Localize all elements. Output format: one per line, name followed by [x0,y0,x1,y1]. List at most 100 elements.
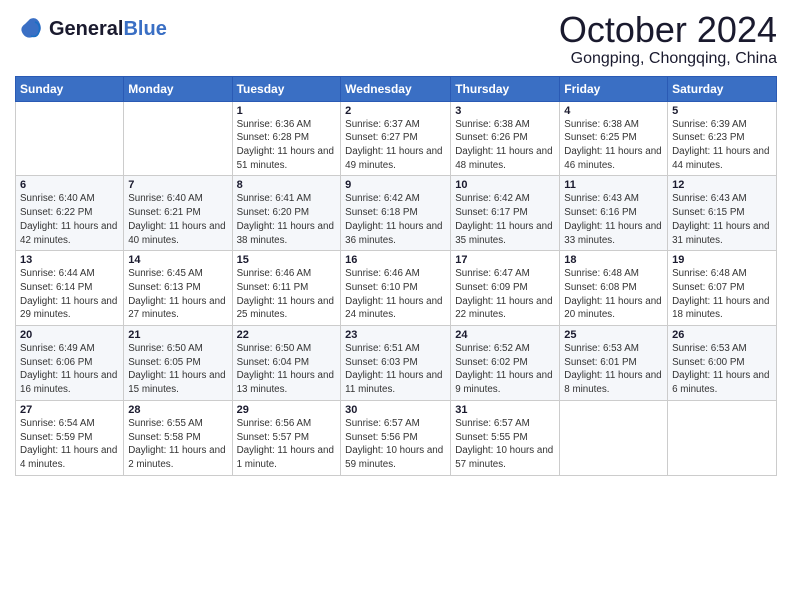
day-info: Sunrise: 6:57 AMSunset: 5:55 PMDaylight:… [455,417,555,472]
calendar-day-cell: 2Sunrise: 6:37 AMSunset: 6:27 PMDaylight… [341,101,451,176]
calendar-day-cell: 6Sunrise: 6:40 AMSunset: 6:22 PMDaylight… [16,176,124,251]
day-info: Sunrise: 6:51 AMSunset: 6:03 PMDaylight:… [345,342,446,397]
day-info: Sunrise: 6:55 AMSunset: 5:58 PMDaylight:… [128,417,227,472]
day-info: Sunrise: 6:47 AMSunset: 6:09 PMDaylight:… [455,267,555,322]
calendar-day-cell: 16Sunrise: 6:46 AMSunset: 6:10 PMDayligh… [341,251,451,326]
calendar-day-cell: 31Sunrise: 6:57 AMSunset: 5:55 PMDayligh… [451,400,560,475]
day-of-week-header: Wednesday [341,76,451,101]
day-number: 31 [455,404,555,416]
day-info: Sunrise: 6:53 AMSunset: 6:00 PMDaylight:… [672,342,772,397]
calendar-day-cell: 26Sunrise: 6:53 AMSunset: 6:00 PMDayligh… [668,326,777,401]
calendar-day-cell: 13Sunrise: 6:44 AMSunset: 6:14 PMDayligh… [16,251,124,326]
day-info: Sunrise: 6:43 AMSunset: 6:16 PMDaylight:… [564,192,663,247]
day-number: 26 [672,329,772,341]
day-info: Sunrise: 6:48 AMSunset: 6:08 PMDaylight:… [564,267,663,322]
calendar-day-cell: 15Sunrise: 6:46 AMSunset: 6:11 PMDayligh… [232,251,341,326]
day-info: Sunrise: 6:41 AMSunset: 6:20 PMDaylight:… [237,192,337,247]
day-info: Sunrise: 6:45 AMSunset: 6:13 PMDaylight:… [128,267,227,322]
day-number: 30 [345,404,446,416]
day-info: Sunrise: 6:42 AMSunset: 6:18 PMDaylight:… [345,192,446,247]
day-number: 14 [128,254,227,266]
day-of-week-header: Monday [124,76,232,101]
day-number: 17 [455,254,555,266]
day-number: 12 [672,179,772,191]
day-number: 13 [20,254,119,266]
calendar-day-cell: 14Sunrise: 6:45 AMSunset: 6:13 PMDayligh… [124,251,232,326]
calendar-day-cell: 20Sunrise: 6:49 AMSunset: 6:06 PMDayligh… [16,326,124,401]
day-number: 2 [345,105,446,117]
calendar-day-cell: 10Sunrise: 6:42 AMSunset: 6:17 PMDayligh… [451,176,560,251]
calendar-day-cell: 28Sunrise: 6:55 AMSunset: 5:58 PMDayligh… [124,400,232,475]
day-number: 10 [455,179,555,191]
calendar-day-cell: 22Sunrise: 6:50 AMSunset: 6:04 PMDayligh… [232,326,341,401]
calendar-week-row: 20Sunrise: 6:49 AMSunset: 6:06 PMDayligh… [16,326,777,401]
day-number: 7 [128,179,227,191]
calendar-day-cell: 23Sunrise: 6:51 AMSunset: 6:03 PMDayligh… [341,326,451,401]
day-info: Sunrise: 6:37 AMSunset: 6:27 PMDaylight:… [345,118,446,173]
day-number: 3 [455,105,555,117]
calendar-container: GeneralBlue October 2024 Gongping, Chong… [0,0,792,486]
day-number: 20 [20,329,119,341]
calendar-day-cell [668,400,777,475]
calendar-day-cell: 21Sunrise: 6:50 AMSunset: 6:05 PMDayligh… [124,326,232,401]
header: GeneralBlue October 2024 Gongping, Chong… [15,10,777,68]
day-number: 24 [455,329,555,341]
day-number: 6 [20,179,119,191]
day-number: 18 [564,254,663,266]
location: Gongping, Chongqing, China [559,50,777,68]
day-number: 27 [20,404,119,416]
calendar-day-cell: 12Sunrise: 6:43 AMSunset: 6:15 PMDayligh… [668,176,777,251]
calendar-day-cell: 30Sunrise: 6:57 AMSunset: 5:56 PMDayligh… [341,400,451,475]
day-number: 28 [128,404,227,416]
calendar-day-cell: 8Sunrise: 6:41 AMSunset: 6:20 PMDaylight… [232,176,341,251]
calendar-day-cell: 29Sunrise: 6:56 AMSunset: 5:57 PMDayligh… [232,400,341,475]
day-info: Sunrise: 6:40 AMSunset: 6:22 PMDaylight:… [20,192,119,247]
calendar-day-cell: 9Sunrise: 6:42 AMSunset: 6:18 PMDaylight… [341,176,451,251]
calendar-day-cell: 17Sunrise: 6:47 AMSunset: 6:09 PMDayligh… [451,251,560,326]
day-number: 1 [237,105,337,117]
day-of-week-header: Saturday [668,76,777,101]
day-number: 4 [564,105,663,117]
day-info: Sunrise: 6:46 AMSunset: 6:11 PMDaylight:… [237,267,337,322]
day-number: 23 [345,329,446,341]
day-info: Sunrise: 6:40 AMSunset: 6:21 PMDaylight:… [128,192,227,247]
day-info: Sunrise: 6:56 AMSunset: 5:57 PMDaylight:… [237,417,337,472]
day-number: 15 [237,254,337,266]
calendar-day-cell: 1Sunrise: 6:36 AMSunset: 6:28 PMDaylight… [232,101,341,176]
calendar-day-cell: 3Sunrise: 6:38 AMSunset: 6:26 PMDaylight… [451,101,560,176]
day-of-week-header: Tuesday [232,76,341,101]
day-number: 25 [564,329,663,341]
logo: GeneralBlue [15,14,167,44]
calendar-day-cell: 27Sunrise: 6:54 AMSunset: 5:59 PMDayligh… [16,400,124,475]
logo-icon [15,14,45,44]
day-number: 9 [345,179,446,191]
day-number: 5 [672,105,772,117]
calendar-day-cell [560,400,668,475]
day-of-week-header: Friday [560,76,668,101]
day-number: 16 [345,254,446,266]
day-info: Sunrise: 6:48 AMSunset: 6:07 PMDaylight:… [672,267,772,322]
calendar-week-row: 27Sunrise: 6:54 AMSunset: 5:59 PMDayligh… [16,400,777,475]
day-number: 8 [237,179,337,191]
calendar-week-row: 1Sunrise: 6:36 AMSunset: 6:28 PMDaylight… [16,101,777,176]
calendar-week-row: 6Sunrise: 6:40 AMSunset: 6:22 PMDaylight… [16,176,777,251]
month-title: October 2024 [559,10,777,50]
calendar-table: SundayMondayTuesdayWednesdayThursdayFrid… [15,76,777,476]
day-info: Sunrise: 6:38 AMSunset: 6:26 PMDaylight:… [455,118,555,173]
day-number: 21 [128,329,227,341]
calendar-week-row: 13Sunrise: 6:44 AMSunset: 6:14 PMDayligh… [16,251,777,326]
day-info: Sunrise: 6:50 AMSunset: 6:05 PMDaylight:… [128,342,227,397]
day-info: Sunrise: 6:42 AMSunset: 6:17 PMDaylight:… [455,192,555,247]
calendar-day-cell: 5Sunrise: 6:39 AMSunset: 6:23 PMDaylight… [668,101,777,176]
day-number: 11 [564,179,663,191]
calendar-day-cell: 11Sunrise: 6:43 AMSunset: 6:16 PMDayligh… [560,176,668,251]
day-info: Sunrise: 6:52 AMSunset: 6:02 PMDaylight:… [455,342,555,397]
day-info: Sunrise: 6:50 AMSunset: 6:04 PMDaylight:… [237,342,337,397]
calendar-day-cell [16,101,124,176]
title-block: October 2024 Gongping, Chongqing, China [559,10,777,68]
calendar-day-cell: 19Sunrise: 6:48 AMSunset: 6:07 PMDayligh… [668,251,777,326]
day-info: Sunrise: 6:43 AMSunset: 6:15 PMDaylight:… [672,192,772,247]
day-number: 29 [237,404,337,416]
calendar-header-row: SundayMondayTuesdayWednesdayThursdayFrid… [16,76,777,101]
day-of-week-header: Sunday [16,76,124,101]
